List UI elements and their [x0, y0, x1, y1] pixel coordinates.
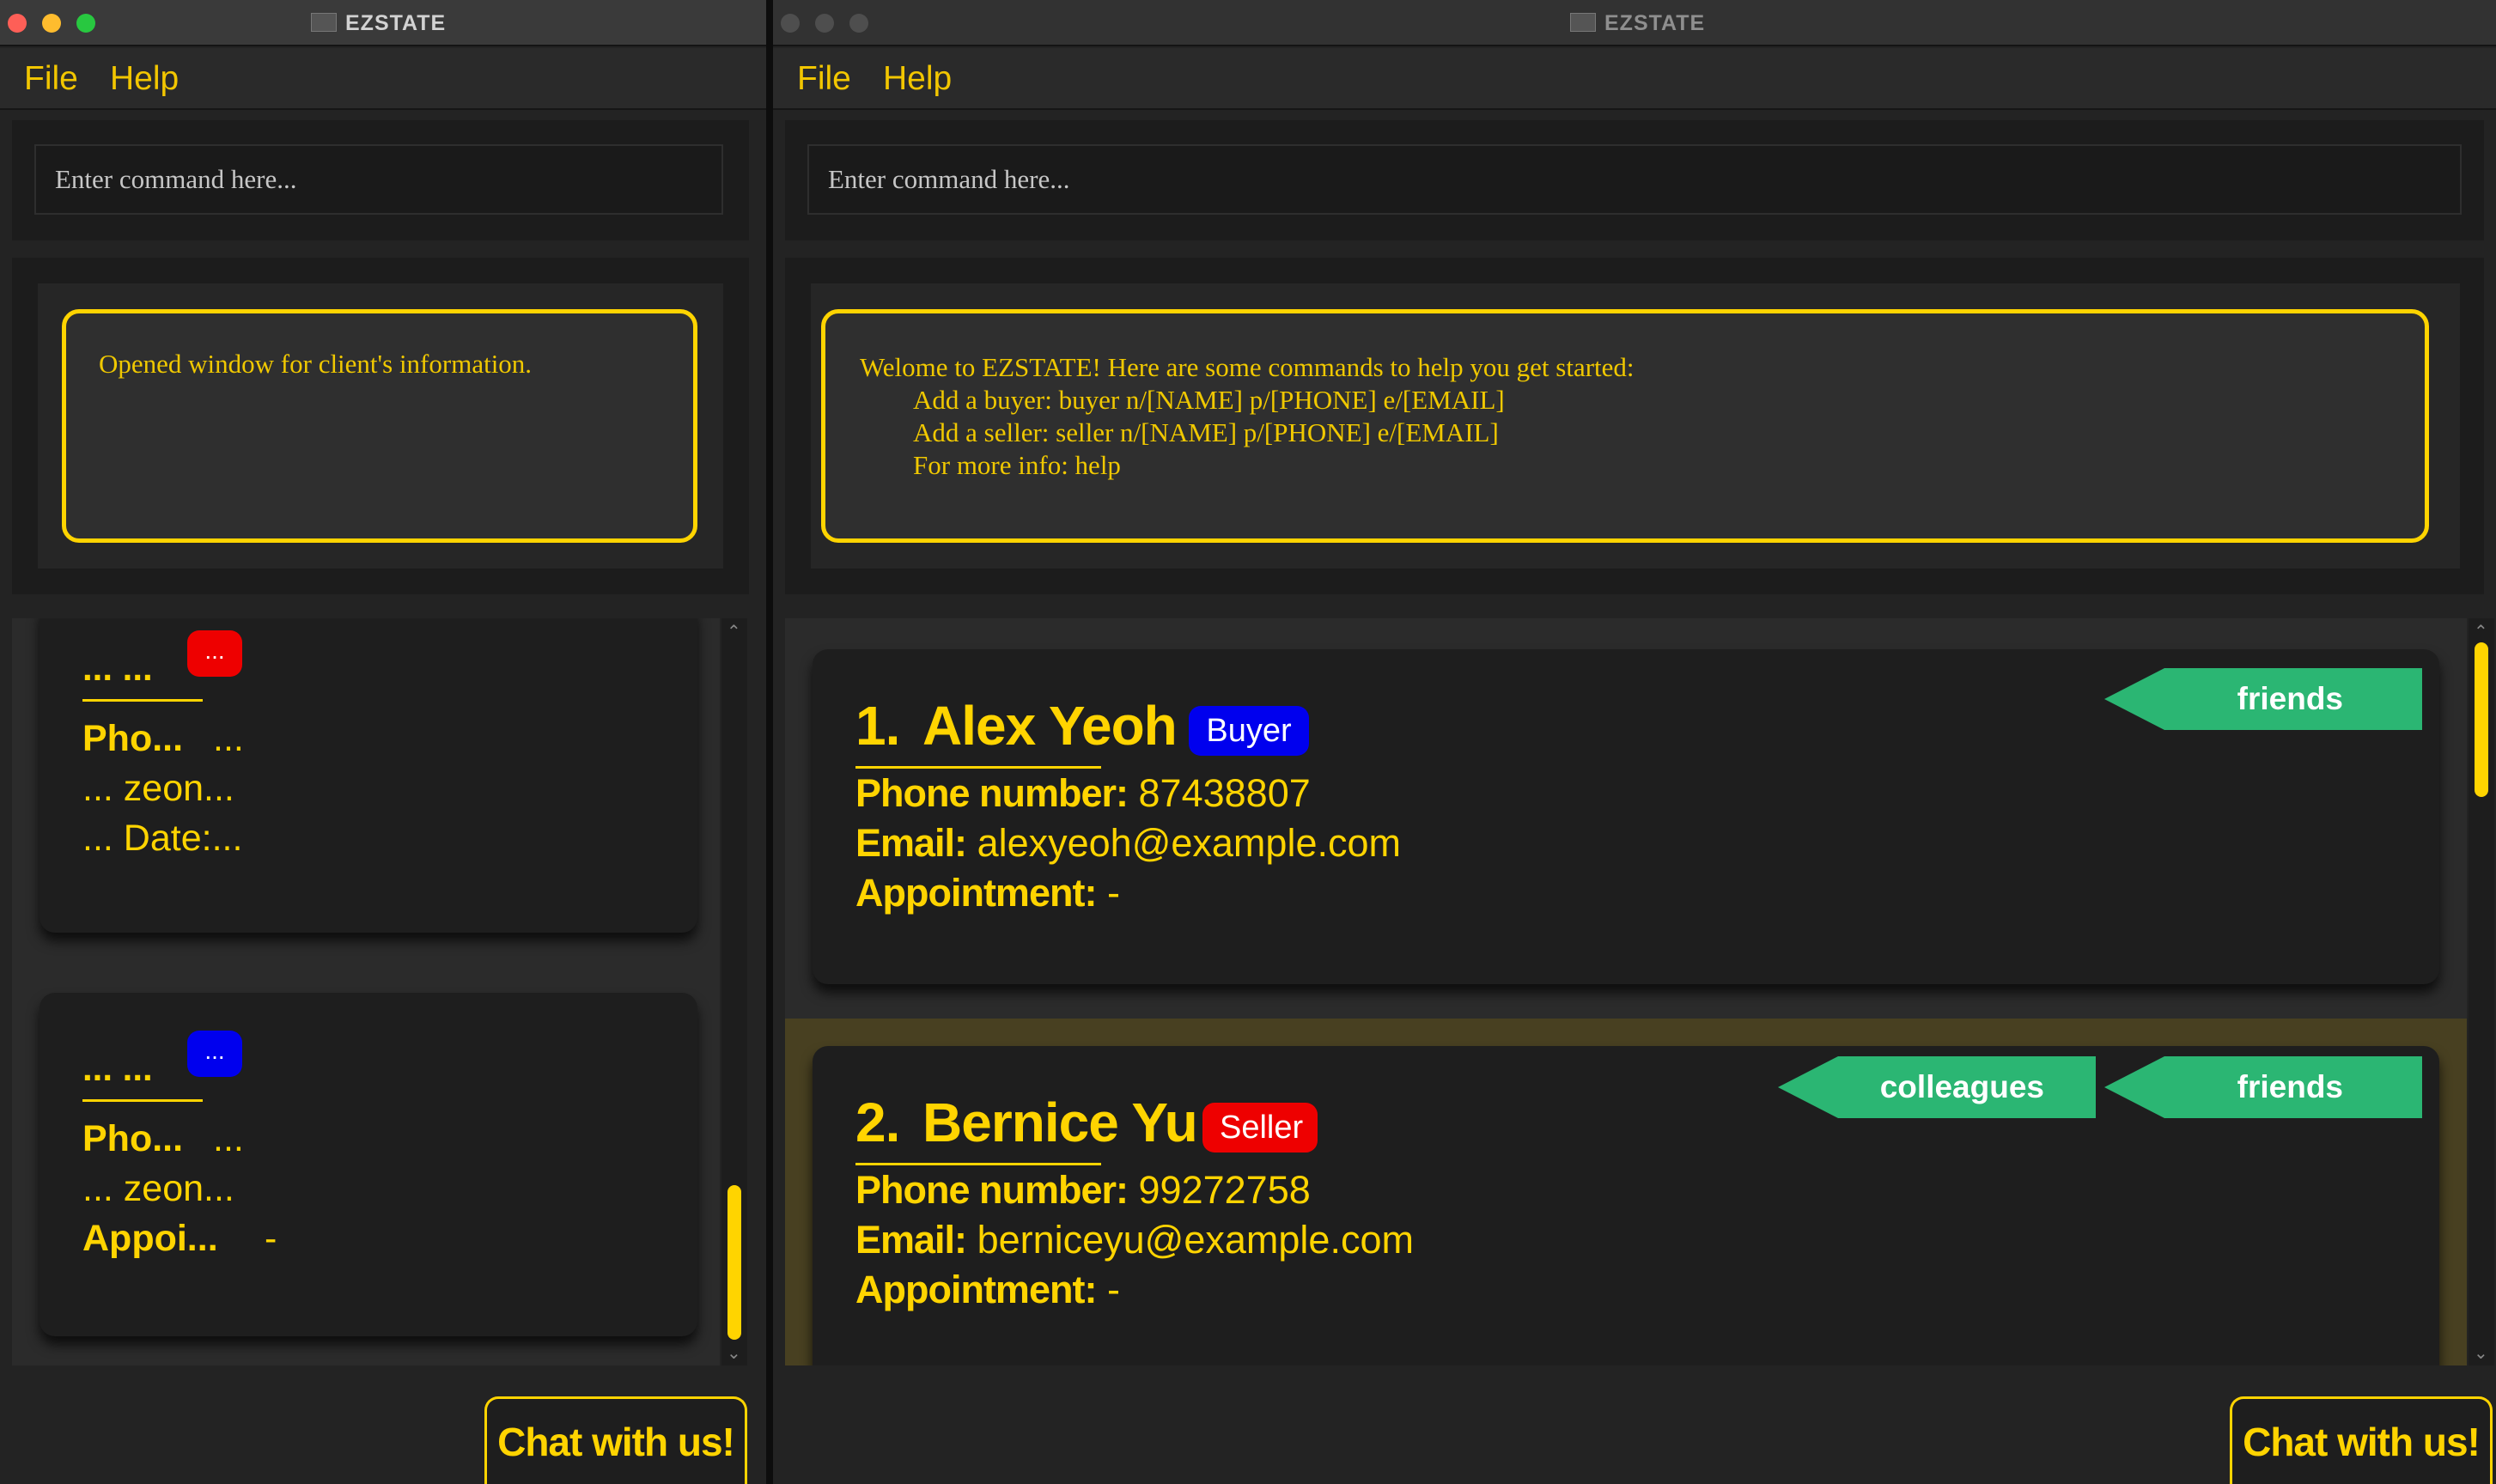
phone-label: Phone number:: [855, 1168, 1129, 1212]
tag-friends: friends: [2104, 1056, 2422, 1118]
phone-label: Pho...: [82, 718, 184, 759]
client-info-window: EZSTATE File Help Enter command here... …: [0, 0, 766, 1484]
name-underline: [855, 766, 1101, 769]
window-gap: [766, 0, 773, 1484]
appointment-field: Appointment: -: [855, 871, 1120, 915]
menu-file[interactable]: File: [24, 60, 78, 98]
result-display: Opened window for client's information.: [62, 309, 697, 543]
appointment-line: ... Date:...: [82, 818, 243, 859]
command-input[interactable]: Enter command here...: [807, 144, 2462, 215]
chat-button[interactable]: Chat with us!: [2230, 1396, 2493, 1484]
menu-bar: File Help: [0, 48, 766, 110]
appointment-field: Appointment: -: [855, 1268, 1120, 1312]
list-scrollbar[interactable]: ⌃ ⌄: [2469, 618, 2494, 1365]
close-window-button[interactable]: [781, 14, 800, 33]
client-name: ... ...: [82, 1048, 153, 1088]
menu-help[interactable]: Help: [883, 60, 952, 98]
email-value: alexyeoh@example.com: [977, 821, 1401, 865]
role-badge: Seller: [1202, 1103, 1318, 1153]
phone-field: Phone number: 99272758: [855, 1168, 1311, 1213]
window-title: EZSTATE: [345, 11, 447, 35]
maximize-window-button[interactable]: [849, 14, 868, 33]
phone-field: Phone number: 87438807: [855, 771, 1311, 816]
phone-value: 87438807: [1138, 771, 1311, 815]
appointment-value: -: [1106, 1268, 1120, 1311]
scroll-up-icon[interactable]: ⌃: [727, 623, 741, 641]
phone-value: 99272758: [1138, 1168, 1311, 1212]
close-window-button[interactable]: [8, 14, 27, 33]
result-display-area: Welome to EZSTATE! Here are some command…: [785, 258, 2484, 594]
email-field: Email: berniceyu@example.com: [855, 1218, 1414, 1262]
email-label: Email:: [855, 821, 967, 865]
email-label: Email:: [855, 1218, 967, 1262]
tag-friends: friends: [2104, 668, 2422, 730]
maximize-window-button[interactable]: [76, 14, 95, 33]
phone-value: ...: [213, 1118, 244, 1159]
name-underline: [82, 699, 203, 702]
appointment-label: Appoi...: [82, 1218, 218, 1259]
main-window: EZSTATE File Help Enter command here... …: [773, 0, 2496, 1484]
appointment-value: -: [1106, 871, 1120, 915]
title-bar[interactable]: EZSTATE: [773, 0, 2496, 46]
minimize-window-button[interactable]: [815, 14, 834, 33]
command-box: Enter command here...: [12, 120, 749, 240]
result-panel: Opened window for client's information.: [38, 283, 723, 569]
result-display: Welome to EZSTATE! Here are some command…: [821, 309, 2429, 543]
phone-label: Pho...: [82, 1118, 184, 1159]
scroll-thumb[interactable]: [727, 1185, 741, 1340]
role-badge: Buyer: [1189, 706, 1309, 756]
scroll-up-icon[interactable]: ⌃: [2474, 623, 2488, 641]
phone-value: ...: [213, 718, 244, 759]
appointment-value: -: [265, 1218, 277, 1259]
app-icon: [1570, 13, 1596, 32]
tag-colleagues: colleagues: [1778, 1056, 2096, 1118]
title-bar[interactable]: EZSTATE: [0, 0, 766, 46]
name-underline: [855, 1163, 1101, 1165]
client-list[interactable]: ... ... ... Pho... ... ... zeon... ... D…: [12, 618, 720, 1365]
scroll-down-icon[interactable]: ⌄: [2474, 1345, 2488, 1362]
client-card[interactable]: ... ... ... Pho... ... ... zeon... ... D…: [40, 618, 697, 933]
phone-label: Phone number:: [855, 771, 1129, 815]
command-input[interactable]: Enter command here...: [34, 144, 723, 215]
window-title: EZSTATE: [1604, 11, 1706, 35]
menu-file[interactable]: File: [797, 60, 851, 98]
list-scrollbar[interactable]: ⌃ ⌄: [721, 618, 747, 1365]
role-badge: ...: [187, 1031, 242, 1077]
email-value: berniceyu@example.com: [977, 1218, 1414, 1262]
appointment-label: Appointment:: [855, 1268, 1097, 1311]
client-name: ... ...: [82, 648, 153, 688]
email-line: ... zeon...: [82, 1168, 234, 1209]
client-card[interactable]: ... ... ... Pho... ... ... zeon... Appoi…: [40, 993, 697, 1336]
email-line: ... zeon...: [82, 768, 234, 809]
minimize-window-button[interactable]: [42, 14, 61, 33]
email-field: Email: alexyeoh@example.com: [855, 821, 1401, 866]
client-card[interactable]: 1. Alex Yeoh Buyer Phone number: 8743880…: [813, 649, 2439, 984]
menu-bar: File Help: [773, 48, 2496, 110]
command-box: Enter command here...: [785, 120, 2484, 240]
client-list[interactable]: 1. Alex Yeoh Buyer Phone number: 8743880…: [785, 618, 2467, 1365]
result-panel: Welome to EZSTATE! Here are some command…: [811, 283, 2460, 569]
client-name: Alex Yeoh: [922, 695, 1178, 757]
scroll-down-icon[interactable]: ⌄: [727, 1345, 741, 1362]
name-underline: [82, 1099, 203, 1102]
client-index: 2.: [855, 1092, 900, 1153]
appointment-label: Appointment:: [855, 871, 1097, 915]
app-icon: [311, 13, 337, 32]
menu-help[interactable]: Help: [110, 60, 179, 98]
role-badge: ...: [187, 630, 242, 677]
chat-button[interactable]: Chat with us!: [484, 1396, 747, 1484]
client-name: Bernice Yu: [922, 1092, 1198, 1153]
client-card-selected[interactable]: 2. Bernice Yu Seller Phone number: 99272…: [813, 1046, 2439, 1365]
scroll-thumb[interactable]: [2475, 642, 2488, 797]
client-index: 1.: [855, 695, 900, 757]
result-display-area: Opened window for client's information.: [12, 258, 749, 594]
